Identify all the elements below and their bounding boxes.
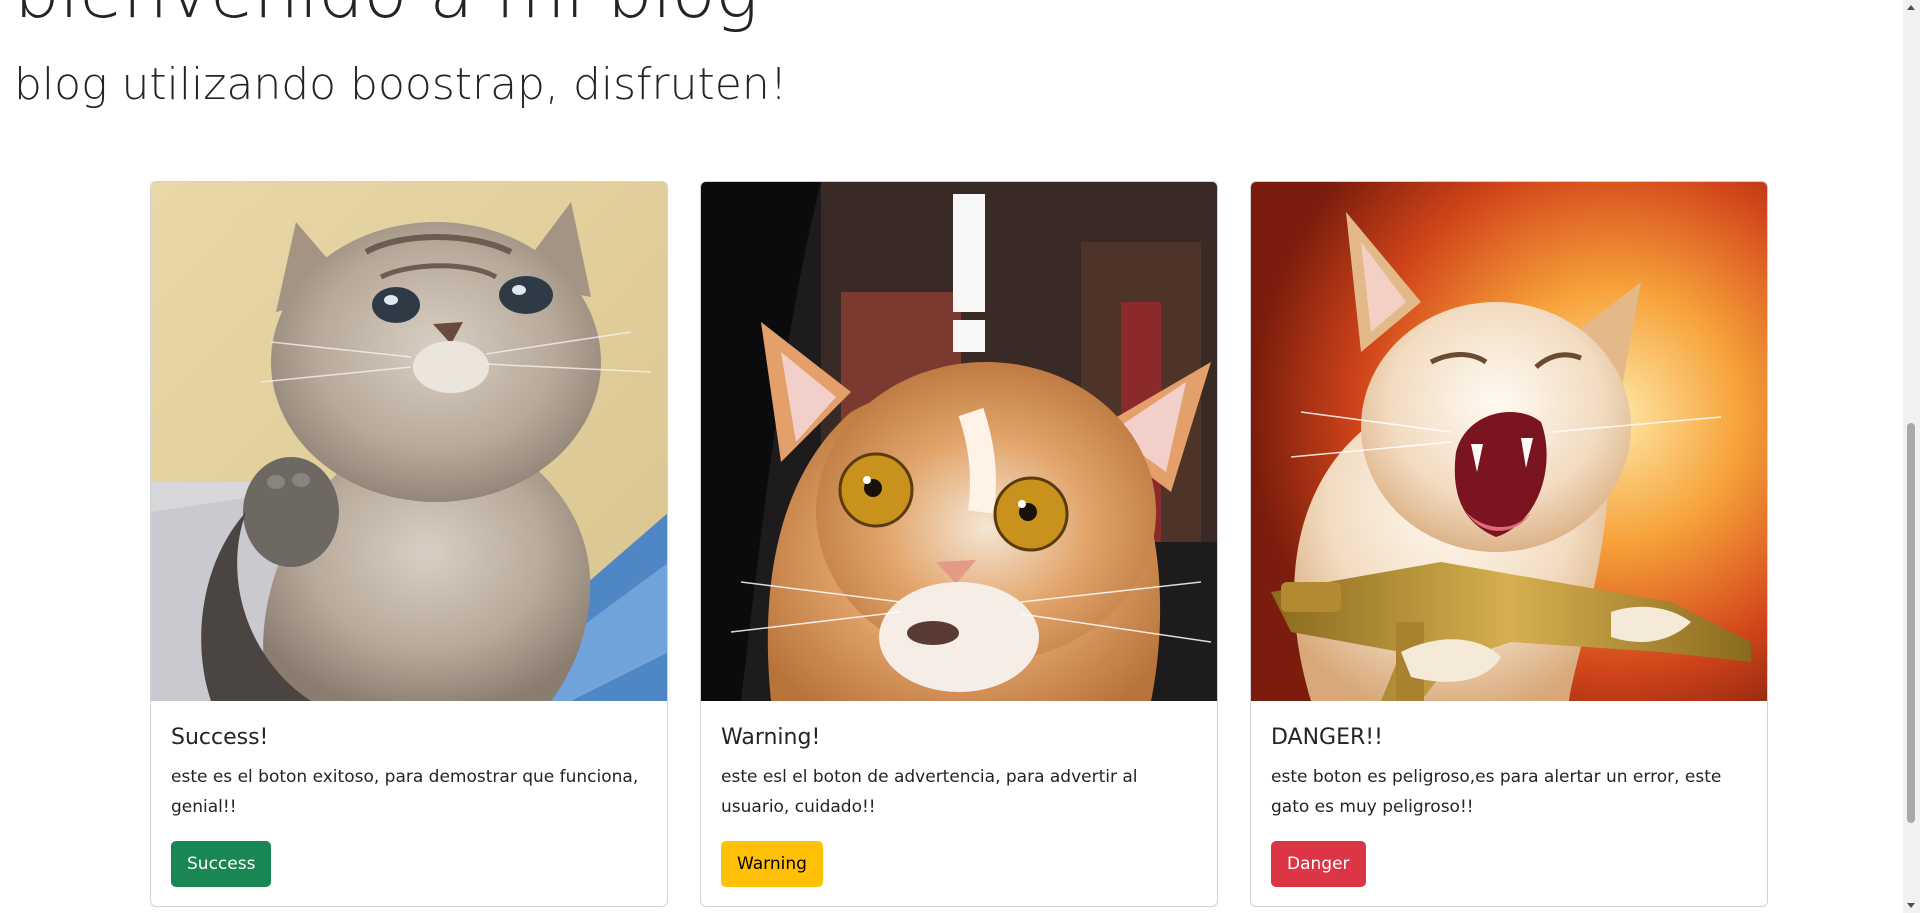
success-button[interactable]: Success <box>171 841 272 887</box>
card-image-warning-cat <box>701 182 1217 701</box>
card-title: Warning! <box>721 725 821 750</box>
scroll-down-arrow-icon[interactable] <box>1907 903 1915 908</box>
page-title: bienvenido a mi blog <box>14 0 758 42</box>
card-danger: DANGER!! este boton es peligroso,es para… <box>1250 181 1768 907</box>
card-text: este es el boton exitoso, para demostrar… <box>171 767 639 817</box>
scrollbar-thumb[interactable] <box>1907 423 1915 823</box>
card-title: Success! <box>171 725 269 750</box>
card-text: este esl el boton de advertencia, para a… <box>721 767 1138 817</box>
card-image-danger-cat <box>1251 182 1767 701</box>
warning-button[interactable]: Warning <box>721 841 823 887</box>
card-image-success-cat <box>151 182 667 701</box>
card-text: este boton es peligroso,es para alertar … <box>1271 767 1722 817</box>
page: bienvenido a mi blog blog utilizando boo… <box>0 0 1903 913</box>
vertical-scrollbar[interactable] <box>1903 0 1920 913</box>
card-title: DANGER!! <box>1271 725 1383 750</box>
danger-button[interactable]: Danger <box>1271 841 1366 887</box>
card-success: Success! este es el boton exitoso, para … <box>150 181 668 907</box>
card-row: Success! este es el boton exitoso, para … <box>150 181 1770 909</box>
page-subtitle: blog utilizando boostrap, disfruten! <box>14 59 788 110</box>
scroll-up-arrow-icon[interactable] <box>1907 5 1915 10</box>
card-warning: Warning! este esl el boton de advertenci… <box>700 181 1218 907</box>
